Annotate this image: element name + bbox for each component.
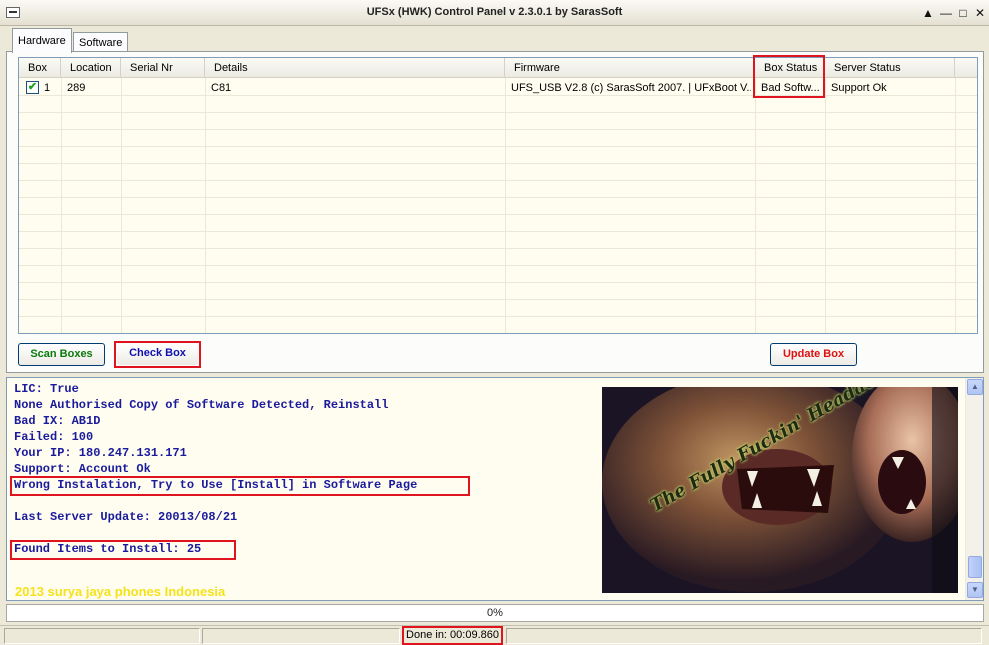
minimize-icon[interactable]: ▲ xyxy=(920,5,936,21)
column-header-server-status[interactable]: Server Status xyxy=(825,58,955,78)
grid-row-line xyxy=(19,146,977,147)
progress-bar: 0% xyxy=(6,604,984,622)
grid-row-line xyxy=(19,214,977,215)
grid-row-line xyxy=(19,333,977,334)
wrong-installation-highlight xyxy=(10,476,470,496)
device-grid[interactable]: Box Location Serial Nr Details Firmware … xyxy=(18,57,978,334)
column-header-box[interactable]: Box xyxy=(19,58,61,78)
column-header-firmware[interactable]: Firmware xyxy=(505,58,755,78)
cell-details: C81 xyxy=(211,82,232,94)
status-panel xyxy=(4,628,200,644)
scan-boxes-button[interactable]: Scan Boxes xyxy=(18,343,105,366)
lion-banner-image: The Fully Fuckin' Headache Lion xyxy=(602,387,958,593)
scroll-thumb[interactable] xyxy=(968,556,982,578)
cell-box: 1 xyxy=(44,82,51,94)
column-header-box-status[interactable]: Box Status xyxy=(755,58,825,78)
window-title: UFSx (HWK) Control Panel v 2.3.0.1 by Sa… xyxy=(366,6,623,18)
column-header-location[interactable]: Location xyxy=(61,58,121,78)
check-box-button[interactable]: Check Box xyxy=(117,344,198,365)
log-line: Last Server Update: 20013/08/21 xyxy=(14,510,238,524)
grid-row-line xyxy=(19,248,977,249)
status-panel xyxy=(506,628,982,644)
column-header-details[interactable]: Details xyxy=(205,58,505,78)
grid-column-line xyxy=(205,78,206,333)
status-done-time: Done in: 00:09.860 xyxy=(402,626,503,645)
grid-row-line xyxy=(19,180,977,181)
lion-banner-art xyxy=(602,387,958,593)
column-header-serial[interactable]: Serial Nr xyxy=(121,58,205,78)
scroll-up-icon[interactable]: ▲ xyxy=(967,379,983,395)
tab-software[interactable]: Software xyxy=(73,32,129,51)
grid-row-line xyxy=(19,299,977,300)
log-line: Failed: 100 xyxy=(14,430,94,444)
update-box-button[interactable]: Update Box xyxy=(770,343,857,366)
grid-row-line xyxy=(19,265,977,266)
grid-column-line xyxy=(121,78,122,333)
tab-hardware[interactable]: Hardware xyxy=(12,28,72,53)
grid-column-line xyxy=(825,78,826,333)
status-bar: Done in: 00:09.860 xyxy=(0,625,989,645)
scroll-down-icon[interactable]: ▼ xyxy=(967,582,983,598)
cell-server-status: Support Ok xyxy=(831,82,887,94)
grid-column-line xyxy=(61,78,62,333)
log-line: None Authorised Copy of Software Detecte… xyxy=(14,398,389,412)
grid-column-line xyxy=(755,78,756,333)
log-line: Support: Account Ok xyxy=(14,462,151,476)
log-line: Bad IX: AB1D xyxy=(14,414,101,428)
log-output[interactable]: LIC: True None Authorised Copy of Softwa… xyxy=(6,377,984,601)
grid-row-line xyxy=(19,316,977,317)
grid-row-line xyxy=(19,95,977,96)
title-bar: UFSx (HWK) Control Panel v 2.3.0.1 by Sa… xyxy=(0,0,989,26)
grid-header: Box Location Serial Nr Details Firmware … xyxy=(19,58,977,78)
grid-column-line xyxy=(505,78,506,333)
log-line: LIC: True xyxy=(14,382,79,396)
maximize-icon[interactable]: □ xyxy=(955,5,971,21)
cell-location: 289 xyxy=(67,82,86,94)
row-checkbox[interactable]: ✔ xyxy=(26,81,39,94)
grid-row-line xyxy=(19,231,977,232)
credit-text: 2013 surya jaya phones Indonesia xyxy=(15,584,226,599)
grid-row-line xyxy=(19,282,977,283)
grid-row-line xyxy=(19,112,977,113)
log-line: Your IP: 180.247.131.171 xyxy=(14,446,187,460)
log-scrollbar[interactable]: ▲ ▼ xyxy=(965,378,983,600)
progress-label: 0% xyxy=(487,607,503,619)
cell-firmware: UFS_USB V2.8 (c) SarasSoft 2007. | UFxBo… xyxy=(511,82,751,94)
found-items-highlight xyxy=(10,540,236,560)
grid-row-line xyxy=(19,197,977,198)
grid-row-line xyxy=(19,129,977,130)
cell-box-status: Bad Softw... xyxy=(761,82,820,94)
restore-icon[interactable]: — xyxy=(938,5,954,21)
close-icon[interactable]: ✕ xyxy=(972,5,988,21)
status-panel xyxy=(202,628,400,644)
grid-column-line xyxy=(955,78,956,333)
grid-row-line xyxy=(19,163,977,164)
